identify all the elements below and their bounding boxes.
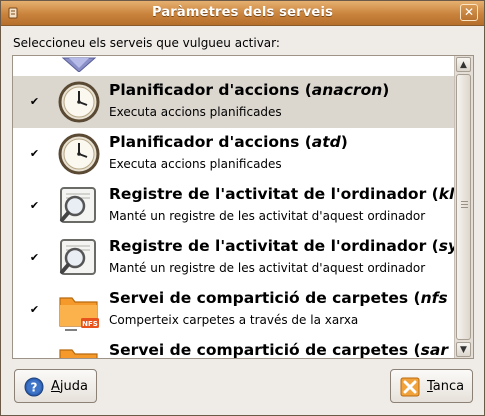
service-description: Comperteix carpetes a través de la xarxa (109, 313, 359, 327)
window-title: Paràmetres dels serveis (151, 5, 334, 20)
service-title: Planificador d'accions (atd) (109, 133, 348, 151)
scroll-thumb[interactable] (456, 74, 471, 340)
services-list: ✔ Planificador d'accions (anacron) Execu… (12, 55, 474, 359)
services-dialog: Paràmetres dels serveis ✕ Seleccioneu el… (0, 0, 485, 416)
service-title: Servei de compartició de carpetes (nfs (109, 289, 448, 307)
clock-icon (58, 81, 100, 123)
close-icon (400, 377, 420, 397)
service-title: Servei de compartició de carpetes (sar (109, 341, 448, 358)
service-row-nfs[interactable]: ✔ NFS Servei de compartició de carpetes … (13, 284, 455, 336)
service-checkbox[interactable] (29, 58, 40, 69)
svg-text:NFS: NFS (82, 320, 98, 328)
close-button-label: Tanca (427, 379, 465, 394)
service-description: Executa accions planificades (109, 157, 282, 171)
log-magnifier-icon (60, 187, 96, 223)
scroll-down-button[interactable]: ▼ (456, 342, 471, 357)
service-checkbox[interactable]: ✔ (29, 148, 40, 159)
service-checkbox[interactable]: ✔ (29, 252, 40, 263)
service-row-sysklogd[interactable]: ✔ Registre de l'activitat de l'ordinador… (13, 232, 455, 284)
clock-icon (58, 133, 100, 175)
service-row-atd[interactable]: ✔ Planificador d'accions (atd) Executa a… (13, 128, 455, 180)
close-button[interactable]: Tanca (390, 369, 473, 403)
service-checkbox[interactable]: ✔ (29, 304, 40, 315)
window-close-button[interactable]: ✕ (460, 4, 478, 21)
service-checkbox[interactable]: ✔ (29, 96, 40, 107)
service-title: Registre de l'activitat de l'ordinador (… (109, 185, 455, 203)
folder-icon (59, 349, 98, 358)
service-row-anacron[interactable]: ✔ Planificador d'accions (anacron) Execu… (13, 76, 455, 128)
service-row-klogd[interactable]: ✔ Registre de l'activitat de l'ordinador… (13, 180, 455, 232)
partial-blue-icon (61, 57, 97, 72)
service-row-samba[interactable]: Servei de compartició de carpetes (sar (13, 336, 455, 358)
instruction-label: Seleccioneu els serveis que vulgueu acti… (13, 36, 280, 50)
scroll-up-button[interactable]: ▲ (456, 57, 471, 72)
service-description: Manté un registre de les activitat d'aqu… (109, 209, 426, 223)
log-magnifier-icon (60, 239, 96, 275)
help-icon: ? (24, 377, 44, 397)
svg-text:?: ? (31, 381, 38, 395)
service-description: Executa accions planificades (109, 105, 282, 119)
close-icon: ✕ (463, 5, 475, 19)
help-button-label: Ajuda (51, 379, 88, 394)
service-checkbox[interactable]: ✔ (29, 200, 40, 211)
service-title: Registre de l'activitat de l'ordinador (… (109, 237, 455, 255)
title-bar[interactable]: Paràmetres dels serveis ✕ (1, 1, 484, 26)
service-description: Manté un registre de les activitat d'aqu… (109, 261, 426, 275)
service-title: Planificador d'accions (anacron) (109, 81, 390, 99)
vertical-scrollbar[interactable]: ▲ ▼ (454, 56, 473, 358)
service-row[interactable] (13, 56, 455, 76)
nfs-folder-icon: NFS (59, 297, 99, 331)
help-button[interactable]: ? Ajuda (14, 369, 97, 403)
